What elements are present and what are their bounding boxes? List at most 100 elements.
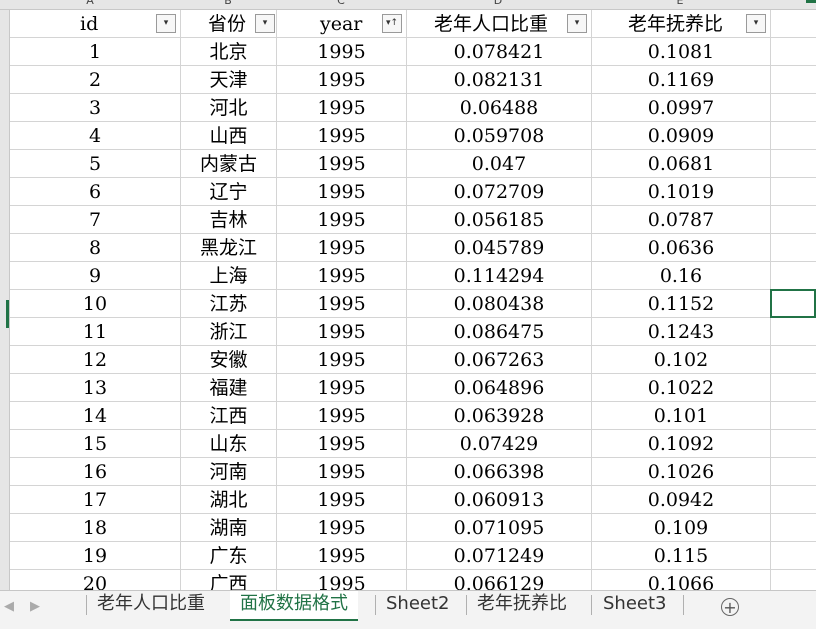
cell-elderly-ratio[interactable]: 0.080438 xyxy=(407,290,592,318)
cell-empty[interactable] xyxy=(771,402,816,430)
column-letter-d[interactable]: D xyxy=(488,0,508,7)
cell-empty[interactable] xyxy=(771,150,816,178)
column-letter-b[interactable]: B xyxy=(218,0,238,7)
cell-empty[interactable] xyxy=(771,542,816,570)
cell-id[interactable]: 20 xyxy=(10,570,181,590)
cell-province[interactable]: 河北 xyxy=(181,94,277,122)
cell-dependency-ratio[interactable]: 0.1092 xyxy=(592,430,771,458)
cell-id[interactable]: 2 xyxy=(10,66,181,94)
cell-empty[interactable] xyxy=(771,430,816,458)
cell-id[interactable]: 16 xyxy=(10,458,181,486)
cell-elderly-ratio[interactable]: 0.059708 xyxy=(407,122,592,150)
cell-year[interactable]: 1995 xyxy=(277,318,407,346)
cell-dependency-ratio[interactable]: 0.0942 xyxy=(592,486,771,514)
cell-province[interactable]: 吉林 xyxy=(181,206,277,234)
cell-id[interactable]: 7 xyxy=(10,206,181,234)
cell-empty[interactable] xyxy=(771,94,816,122)
cell-empty[interactable] xyxy=(771,122,816,150)
cell-year[interactable]: 1995 xyxy=(277,430,407,458)
cell-empty[interactable] xyxy=(771,262,816,290)
cell-id[interactable]: 11 xyxy=(10,318,181,346)
column-letter-c[interactable]: C xyxy=(331,0,351,7)
cell-elderly-ratio[interactable]: 0.066129 xyxy=(407,570,592,590)
cell-province[interactable]: 福建 xyxy=(181,374,277,402)
cell-elderly-ratio[interactable]: 0.06488 xyxy=(407,94,592,122)
cell-elderly-ratio[interactable]: 0.047 xyxy=(407,150,592,178)
cell-year[interactable]: 1995 xyxy=(277,234,407,262)
cell-year[interactable]: 1995 xyxy=(277,486,407,514)
cell-dependency-ratio[interactable]: 0.0681 xyxy=(592,150,771,178)
cell-year[interactable]: 1995 xyxy=(277,178,407,206)
cell-province[interactable]: 黑龙江 xyxy=(181,234,277,262)
cell-province[interactable]: 江苏 xyxy=(181,290,277,318)
tab-sheet3[interactable]: Sheet3 xyxy=(593,591,677,619)
cell-province[interactable]: 河南 xyxy=(181,458,277,486)
cell-id[interactable]: 14 xyxy=(10,402,181,430)
column-letter-a[interactable]: A xyxy=(80,0,100,7)
cell-year[interactable]: 1995 xyxy=(277,542,407,570)
cell-empty[interactable] xyxy=(771,346,816,374)
cell-province[interactable]: 内蒙古 xyxy=(181,150,277,178)
cell-province[interactable]: 湖北 xyxy=(181,486,277,514)
cell-dependency-ratio[interactable]: 0.1019 xyxy=(592,178,771,206)
cell-province[interactable]: 山东 xyxy=(181,430,277,458)
cell-dependency-ratio[interactable]: 0.1169 xyxy=(592,66,771,94)
cell-id[interactable]: 18 xyxy=(10,514,181,542)
cell-elderly-ratio[interactable]: 0.063928 xyxy=(407,402,592,430)
tab-sheet2[interactable]: Sheet2 xyxy=(376,591,460,619)
cell-dependency-ratio[interactable]: 0.109 xyxy=(592,514,771,542)
cell-dependency-ratio[interactable]: 0.0909 xyxy=(592,122,771,150)
cell-dependency-ratio[interactable]: 0.0636 xyxy=(592,234,771,262)
next-sheet-arrow-icon[interactable]: ▶ xyxy=(30,599,40,614)
cell-province[interactable]: 北京 xyxy=(181,38,277,66)
cell-id[interactable]: 10 xyxy=(10,290,181,318)
header-cell-year[interactable]: year ▾↑ xyxy=(277,10,407,38)
cell-year[interactable]: 1995 xyxy=(277,570,407,590)
cell-id[interactable]: 6 xyxy=(10,178,181,206)
cell-dependency-ratio[interactable]: 0.0997 xyxy=(592,94,771,122)
cell-dependency-ratio[interactable]: 0.102 xyxy=(592,346,771,374)
header-cell-elderly-ratio[interactable]: 老年人口比重 ▾ xyxy=(407,10,592,38)
cell-dependency-ratio[interactable]: 0.115 xyxy=(592,542,771,570)
filter-dropdown-icon[interactable]: ▾ xyxy=(156,14,176,33)
prev-sheet-arrow-icon[interactable]: ◀ xyxy=(4,599,14,614)
cell-province[interactable]: 天津 xyxy=(181,66,277,94)
add-sheet-icon[interactable]: + xyxy=(721,598,739,616)
cell-empty[interactable] xyxy=(771,570,816,590)
active-cell-selection[interactable] xyxy=(770,289,816,318)
cell-empty[interactable] xyxy=(771,318,816,346)
cell-province[interactable]: 江西 xyxy=(181,402,277,430)
cell-dependency-ratio[interactable]: 0.16 xyxy=(592,262,771,290)
cell-year[interactable]: 1995 xyxy=(277,514,407,542)
cell-dependency-ratio[interactable]: 0.101 xyxy=(592,402,771,430)
cell-elderly-ratio[interactable]: 0.045789 xyxy=(407,234,592,262)
cell-province[interactable]: 上海 xyxy=(181,262,277,290)
cell-elderly-ratio[interactable]: 0.072709 xyxy=(407,178,592,206)
cell-province[interactable]: 浙江 xyxy=(181,318,277,346)
cell-id[interactable]: 9 xyxy=(10,262,181,290)
cell-year[interactable]: 1995 xyxy=(277,94,407,122)
cell-elderly-ratio[interactable]: 0.071095 xyxy=(407,514,592,542)
cell-id[interactable]: 15 xyxy=(10,430,181,458)
cell-elderly-ratio[interactable]: 0.071249 xyxy=(407,542,592,570)
cell-elderly-ratio[interactable]: 0.066398 xyxy=(407,458,592,486)
cell-elderly-ratio[interactable]: 0.056185 xyxy=(407,206,592,234)
cell-year[interactable]: 1995 xyxy=(277,290,407,318)
cell-elderly-ratio[interactable]: 0.060913 xyxy=(407,486,592,514)
filter-dropdown-icon[interactable]: ▾ xyxy=(746,14,766,33)
header-cell-empty[interactable] xyxy=(771,10,816,38)
tab-elderly-ratio[interactable]: 老年人口比重 xyxy=(87,591,215,619)
cell-empty[interactable] xyxy=(771,514,816,542)
cell-id[interactable]: 4 xyxy=(10,122,181,150)
cell-dependency-ratio[interactable]: 0.1066 xyxy=(592,570,771,590)
cell-id[interactable]: 13 xyxy=(10,374,181,402)
tab-panel-data-format[interactable]: 面板数据格式 xyxy=(230,591,358,621)
cell-id[interactable]: 19 xyxy=(10,542,181,570)
cell-elderly-ratio[interactable]: 0.086475 xyxy=(407,318,592,346)
cell-dependency-ratio[interactable]: 0.0787 xyxy=(592,206,771,234)
cell-province[interactable]: 湖南 xyxy=(181,514,277,542)
cell-id[interactable]: 17 xyxy=(10,486,181,514)
cell-year[interactable]: 1995 xyxy=(277,150,407,178)
cell-year[interactable]: 1995 xyxy=(277,66,407,94)
column-letter-e[interactable]: E xyxy=(670,0,690,7)
